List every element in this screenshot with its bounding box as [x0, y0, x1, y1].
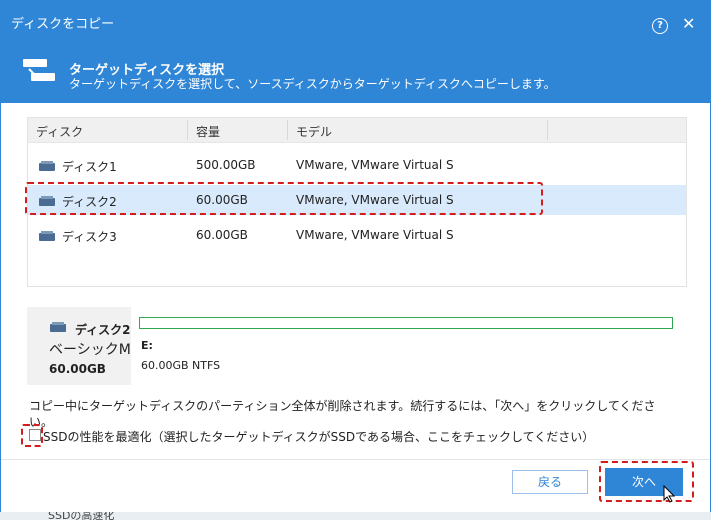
header-subtitle: ターゲットディスクを選択して、ソースディスクからターゲットディスクへコピーします… [69, 77, 556, 91]
table-row[interactable]: ディスク1 500.00GB VMware, VMware Virtual S [28, 150, 686, 180]
title-bar: ディスクをコピー ? ✕ [1, 1, 710, 41]
partition-block[interactable]: E: 60.00GB NTFS [131, 307, 687, 385]
background-text: SSDの高速化 [48, 512, 115, 520]
column-divider[interactable] [287, 120, 288, 140]
preview-disk-size: 60.00GB [49, 362, 106, 376]
disk-name: ディスク1 [62, 160, 117, 174]
table-header: ディスク 容量 モデル [28, 118, 686, 143]
preview-disk-name: ディスク2 [75, 323, 131, 337]
ssd-optimize-label[interactable]: SSDの性能を最適化（選択したターゲットディスクがSSDである場合、ここをチェッ… [43, 428, 594, 445]
window-title: ディスクをコピー [11, 17, 115, 32]
disk-name: ディスク3 [62, 230, 117, 244]
partition-info: 60.00GB NTFS [141, 359, 221, 372]
disk-model: VMware, VMware Virtual S [296, 158, 454, 172]
warning-text: コピー中にターゲットディスクのパーティション全体が削除されます。続行するには、「… [29, 399, 656, 429]
disk-icon [39, 231, 55, 241]
mouse-cursor-icon [663, 485, 676, 503]
disk-icon [39, 161, 55, 171]
next-highlight-annotation [599, 461, 694, 502]
dialog-header: ターゲットディスクを選択 ターゲットディスクを選択して、ソースディスクからターゲ… [1, 41, 710, 103]
back-button[interactable]: 戻る [512, 470, 588, 494]
table-row[interactable]: ディスク3 60.00GB VMware, VMware Virtual S [28, 220, 686, 250]
disk-copy-icon [23, 59, 55, 81]
disk-model: VMware, VMware Virtual S [296, 228, 454, 242]
partition-letter: E: [141, 339, 153, 352]
help-icon[interactable]: ? [652, 18, 668, 34]
copy-disk-dialog: ディスクをコピー ? ✕ ターゲットディスクを選択 ターゲットディスクを選択して… [0, 0, 711, 520]
column-disk[interactable]: ディスク [36, 123, 83, 140]
disk-capacity: 500.00GB [196, 158, 256, 172]
footer-divider [1, 459, 710, 460]
background-window-strip: SSDの高速化 [0, 512, 711, 520]
selection-highlight-annotation [25, 182, 543, 215]
target-disk-preview: ディスク2 ベーシックMBR 60.00GB E: 60.00GB NTFS [27, 307, 687, 385]
column-divider[interactable] [547, 120, 548, 140]
checkbox-highlight-annotation [21, 424, 43, 447]
disk-capacity: 60.00GB [196, 228, 248, 242]
disk-icon [50, 322, 66, 332]
partition-usage-bar [139, 317, 673, 329]
column-divider[interactable] [187, 120, 188, 140]
column-capacity[interactable]: 容量 [196, 123, 220, 140]
column-model[interactable]: モデル [296, 123, 332, 140]
close-icon[interactable]: ✕ [682, 14, 695, 33]
